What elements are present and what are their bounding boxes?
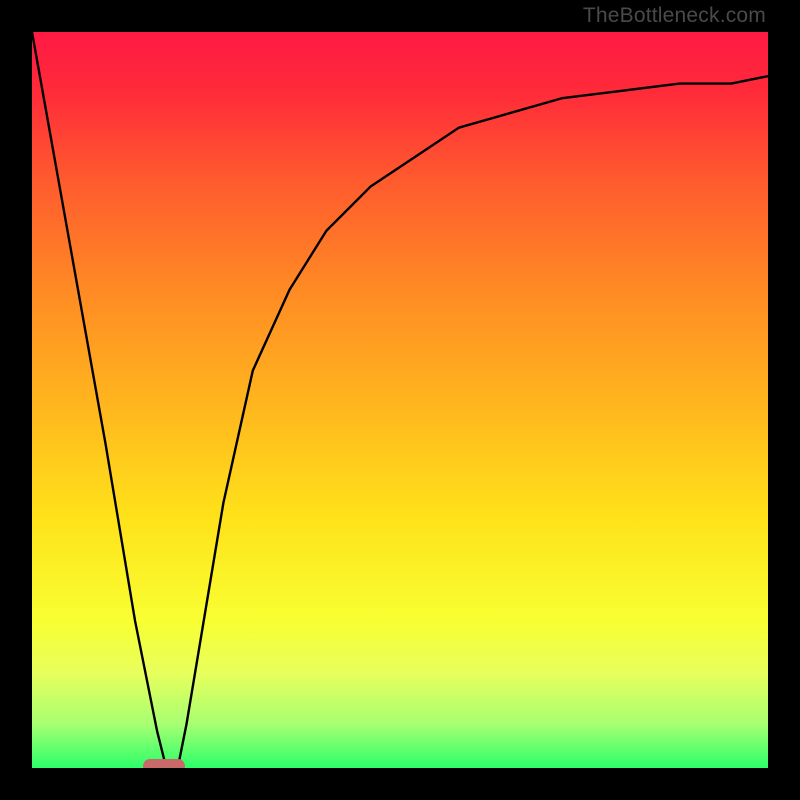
plot-area [32, 32, 768, 768]
bottleneck-curve [32, 32, 768, 768]
curve-layer [32, 32, 768, 768]
watermark-text: TheBottleneck.com [583, 4, 766, 28]
chart-frame: TheBottleneck.com [0, 0, 800, 800]
minimum-marker [143, 759, 185, 768]
